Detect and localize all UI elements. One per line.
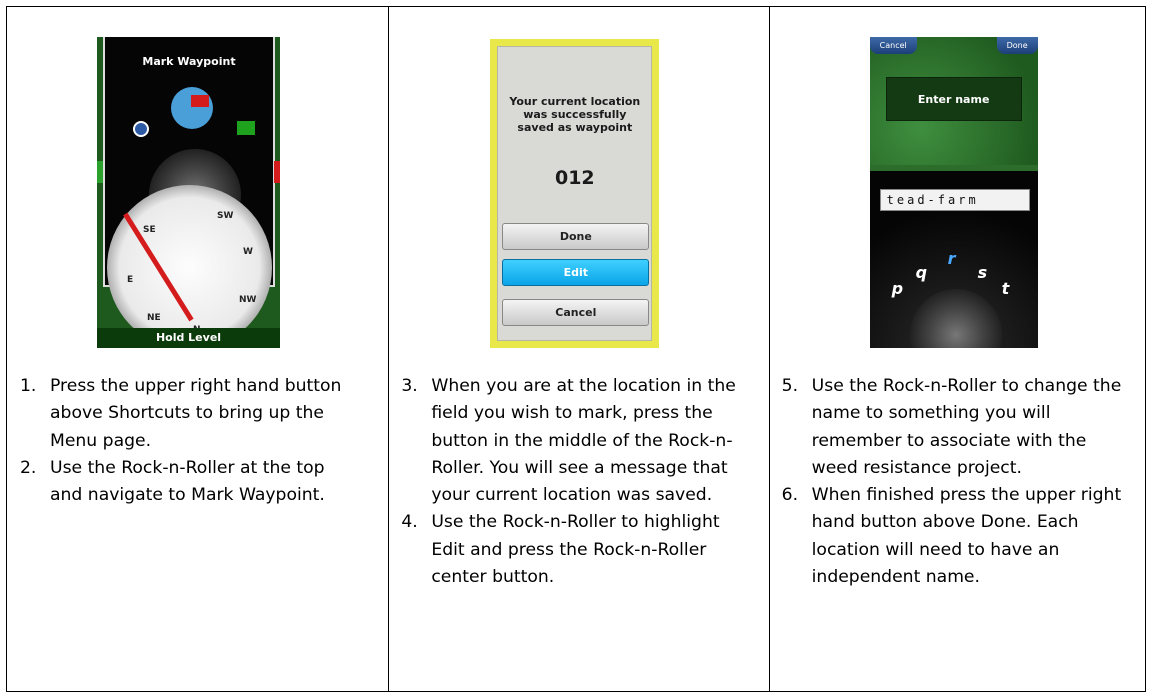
waypoint-number: 012 <box>554 167 595 189</box>
step-text: When you are at the location in the fiel… <box>431 376 736 506</box>
compass-dir-nw: NW <box>239 295 257 305</box>
map-icon <box>237 121 255 135</box>
step-text: When finished press the upper right hand… <box>811 485 1122 588</box>
step-number: 5. <box>781 376 799 396</box>
step-text: Use the Rock-n-Roller at the top and nav… <box>50 457 325 506</box>
step-number: 2. <box>20 457 37 478</box>
compass-dir-se: SE <box>143 225 156 235</box>
compass-needle <box>123 212 194 322</box>
compass-dir-ne: NE <box>147 313 161 323</box>
edit-button: Edit <box>502 259 650 286</box>
roller-letter: t <box>1001 279 1010 298</box>
instruction-step-4: 4. Use the Rock-n-Roller to highlight Edi… <box>401 509 751 591</box>
right-tab <box>274 161 280 183</box>
menu-title: Mark Waypoint <box>142 55 236 68</box>
instruction-list-1: 1. Press the upper right hand button abov… <box>20 373 355 509</box>
waypoint-person-icon <box>171 87 213 129</box>
step-column-3: Cancel Done Enter name tead-farm p q r s… <box>768 7 1145 691</box>
done-pill: Done <box>996 37 1038 54</box>
compass-dir-sw: SW <box>217 211 234 221</box>
step-text: Use the Rock-n-Roller to highlight Edit … <box>431 512 720 588</box>
roller-letter: q <box>915 263 928 282</box>
compass-dir-w: W <box>243 247 253 257</box>
instruction-list-3: 5. Use the Rock-n-Roller to change the na… <box>782 373 1137 591</box>
cancel-button: Cancel <box>502 299 650 326</box>
compass-dial: SE SW W E NE NW N <box>107 185 272 348</box>
rock-n-roller <box>909 289 1002 348</box>
step-number: 4. <box>401 512 418 533</box>
step-column-1: Mark Waypoint SE SW W E NE NW N Hold Lev… <box>7 7 388 691</box>
left-tab <box>97 161 103 183</box>
flag-icon <box>191 95 209 107</box>
keyboard-top: Cancel Done Enter name <box>869 37 1038 165</box>
step-number: 1. <box>20 376 37 396</box>
instruction-step-5: 5. Use the Rock-n-Roller to change the na… <box>782 373 1137 482</box>
roller-letter: s <box>977 263 988 282</box>
name-entry-field: tead-farm <box>879 189 1030 211</box>
instruction-step-2: 2. Use the Rock-n-Roller at the top and n… <box>20 455 355 510</box>
compass-icon <box>133 121 149 137</box>
step-column-2: Your current location was successfully s… <box>388 7 768 691</box>
instruction-list-2: 3. When you are at the location in the fi… <box>401 373 751 591</box>
roller-letter-selected: r <box>947 249 956 268</box>
roller-letter: p <box>891 279 904 298</box>
hold-level-label: Hold Level <box>97 328 280 348</box>
saved-message: Your current location was successfully s… <box>509 95 641 134</box>
step-text: Use the Rock-n-Roller to change the name… <box>811 376 1122 478</box>
done-button: Done <box>502 223 650 250</box>
step-number: 6. <box>781 485 799 506</box>
instruction-table: Mark Waypoint SE SW W E NE NW N Hold Lev… <box>6 6 1146 692</box>
instruction-step-6: 6. When finished press the upper right ha… <box>782 482 1137 591</box>
compass-dir-e: E <box>127 275 134 285</box>
waypoint-saved-screenshot: Your current location was successfully s… <box>490 39 660 348</box>
mark-waypoint-screenshot: Mark Waypoint SE SW W E NE NW N Hold Lev… <box>97 37 280 348</box>
step-number: 3. <box>401 376 418 396</box>
saved-dialog: Your current location was successfully s… <box>497 46 653 341</box>
instruction-step-1: 1. Press the upper right hand button abov… <box>20 373 355 455</box>
keyboard-bottom: tead-farm p q r s t <box>869 171 1038 348</box>
cancel-pill: Cancel <box>869 37 917 54</box>
instruction-step-3: 3. When you are at the location in the fi… <box>401 373 751 509</box>
enter-name-prompt: Enter name <box>885 77 1022 121</box>
enter-name-screenshot: Cancel Done Enter name tead-farm p q r s… <box>869 37 1038 348</box>
step-text: Press the upper right hand button above … <box>50 376 342 451</box>
